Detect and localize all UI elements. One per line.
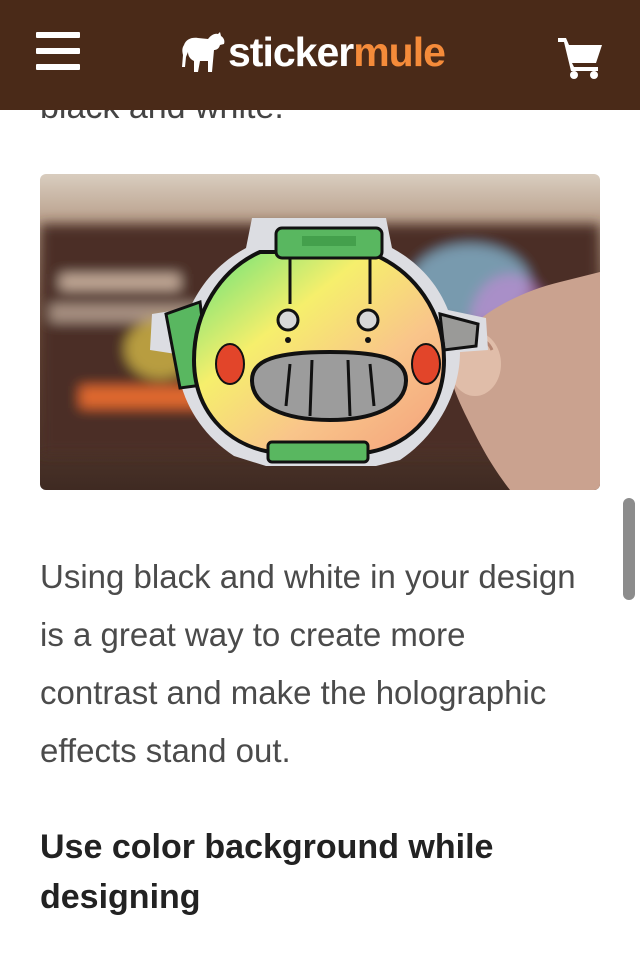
article-paragraph: Using black and white in your design is … (40, 558, 576, 769)
shopping-cart-icon[interactable] (556, 36, 606, 80)
stickermule-logo[interactable]: sticker mule (178, 24, 446, 80)
scrollbar-thumb[interactable] (623, 498, 635, 600)
site-header: sticker mule (0, 0, 640, 110)
page: black and white. sticker mule (0, 0, 640, 959)
hamburger-menu-icon[interactable] (36, 30, 82, 74)
holographic-robot-sticker-image (40, 174, 600, 490)
section-heading: Use color background while designing (40, 828, 494, 916)
logo-text-sticker: sticker (228, 28, 354, 75)
logo-text-mule: mule (353, 28, 446, 75)
mule-icon (182, 32, 225, 72)
